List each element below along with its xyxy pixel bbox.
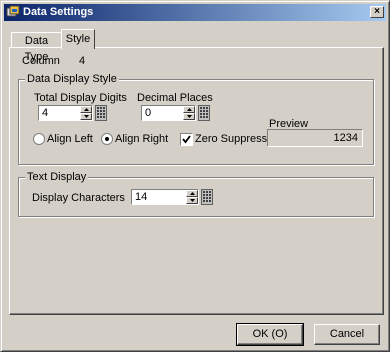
align-left-radio[interactable] [33, 133, 45, 145]
total-digits-keypad-button[interactable] [95, 105, 107, 121]
tab-style-label: Style [65, 33, 91, 45]
close-button[interactable]: × [370, 6, 384, 18]
tab-data-type[interactable]: Data Type [11, 32, 62, 63]
tab-style[interactable]: Style [61, 29, 95, 49]
preview-display: 1234 [267, 129, 363, 147]
display-characters-stepper[interactable]: 14 [131, 189, 199, 205]
title-bar[interactable]: Data Settings × [4, 4, 386, 21]
align-left-label[interactable]: Align Left [47, 133, 93, 145]
total-digits-down-button[interactable] [80, 113, 92, 120]
dialog-window: Data Settings × Data Type Style Column 4… [0, 0, 390, 352]
display-characters-value: 14 [135, 191, 148, 203]
arrow-up-icon [187, 108, 192, 111]
display-characters-keypad-button[interactable] [201, 189, 213, 205]
decimal-places-keypad-button[interactable] [198, 105, 210, 121]
close-icon: × [374, 6, 380, 17]
total-digits-stepper[interactable]: 4 [38, 105, 93, 121]
cancel-button[interactable]: Cancel [314, 324, 380, 345]
total-digits-up-button[interactable] [80, 106, 92, 113]
display-characters-up-button[interactable] [186, 190, 198, 197]
window-title: Data Settings [23, 6, 94, 18]
arrow-down-icon [190, 199, 195, 202]
app-icon [6, 5, 20, 17]
keypad-icon [95, 105, 107, 121]
checkmark-icon [182, 135, 191, 144]
decimal-places-stepper[interactable]: 0 [141, 105, 196, 121]
cancel-button-label: Cancel [329, 328, 365, 340]
arrow-up-icon [190, 192, 195, 195]
ok-button[interactable]: OK (O) [236, 323, 304, 346]
align-right-label[interactable]: Align Right [115, 133, 168, 145]
keypad-icon [201, 189, 213, 205]
total-digits-value: 4 [42, 107, 49, 119]
decimal-places-down-button[interactable] [183, 113, 195, 120]
ok-button-label: OK (O) [252, 328, 288, 340]
arrow-down-icon [84, 115, 89, 118]
zero-suppress-checkbox[interactable] [180, 133, 193, 146]
arrow-down-icon [187, 115, 192, 118]
text-display-title: Text Display [25, 171, 89, 183]
display-characters-down-button[interactable] [186, 197, 198, 204]
display-characters-label: Display Characters [32, 192, 125, 204]
zero-suppress-label[interactable]: Zero Suppress [195, 133, 267, 145]
align-right-radio[interactable] [101, 133, 113, 145]
arrow-up-icon [84, 108, 89, 111]
keypad-icon [198, 105, 210, 121]
decimal-places-value: 0 [145, 107, 152, 119]
decimal-places-up-button[interactable] [183, 106, 195, 113]
decimal-places-label: Decimal Places [137, 92, 213, 104]
column-value: 4 [79, 55, 86, 67]
data-display-style-title: Data Display Style [25, 73, 119, 85]
preview-value: 1234 [333, 132, 358, 144]
column-label: Column [22, 55, 60, 67]
total-digits-label: Total Display Digits [34, 92, 127, 104]
